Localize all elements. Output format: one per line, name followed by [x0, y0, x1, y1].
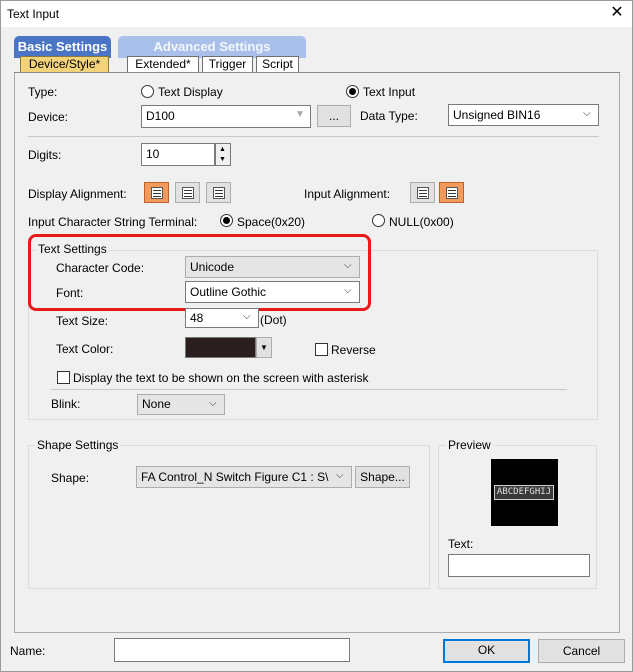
- cancel-button[interactable]: Cancel: [538, 639, 625, 663]
- asterisk-checkbox[interactable]: [57, 371, 70, 384]
- asterisk-label: Display the text to be shown on the scre…: [73, 371, 369, 385]
- type-label: Type:: [28, 85, 58, 99]
- text-size-value: 48: [190, 311, 204, 325]
- spin-up-icon[interactable]: ▲: [219, 146, 226, 154]
- chevron-down-icon[interactable]: ▼: [256, 337, 272, 358]
- blink-select[interactable]: None ⌵: [137, 394, 225, 415]
- name-input[interactable]: [114, 638, 350, 662]
- tab-trigger[interactable]: Trigger: [202, 56, 253, 73]
- shape-button[interactable]: Shape...: [355, 466, 410, 488]
- device-value: D100: [146, 109, 175, 123]
- device-browse-button[interactable]: ...: [317, 105, 351, 127]
- shape-value: FA Control_N Switch Figure C1 : S\: [141, 470, 329, 484]
- digits-label: Digits:: [28, 148, 62, 162]
- chevron-down-icon: ⌵: [243, 311, 251, 322]
- input-alignment-label: Input Alignment:: [304, 187, 391, 201]
- separator: [51, 389, 567, 390]
- title-bar: Text Input ✕: [1, 1, 632, 27]
- data-type-label: Data Type:: [360, 109, 418, 123]
- align-right-icon: [446, 187, 458, 199]
- reverse-checkbox[interactable]: [315, 343, 328, 356]
- text-size-unit: (Dot): [260, 313, 287, 327]
- data-type-value: Unsigned BIN16: [453, 108, 541, 122]
- device-input[interactable]: D100 ▼: [141, 105, 311, 128]
- terminal-option-space: Space(0x20): [237, 215, 306, 229]
- preview-sample-text: ABCDEFGHIJ: [494, 485, 554, 500]
- digits-input[interactable]: 10: [141, 143, 215, 166]
- align-right-icon: [213, 187, 225, 199]
- ok-button[interactable]: OK: [443, 639, 530, 663]
- close-icon[interactable]: ✕: [605, 3, 629, 23]
- separator: [28, 136, 599, 137]
- device-label: Device:: [28, 110, 69, 124]
- align-left-icon: [151, 187, 163, 199]
- tab-basic-settings[interactable]: Basic Settings: [14, 36, 111, 58]
- tab-extended[interactable]: Extended*: [127, 56, 199, 73]
- name-label: Name:: [10, 644, 46, 658]
- spin-down-icon[interactable]: ▼: [219, 156, 226, 164]
- display-align-center-button[interactable]: [175, 182, 200, 203]
- window-title: Text Input: [7, 7, 60, 21]
- display-align-right-button[interactable]: [206, 182, 231, 203]
- shape-settings-title: Shape Settings: [35, 438, 121, 452]
- data-type-select[interactable]: Unsigned BIN16 ⌵: [448, 104, 599, 126]
- tab-script[interactable]: Script: [256, 56, 299, 73]
- blink-label: Blink:: [51, 397, 81, 411]
- reverse-label: Reverse: [331, 343, 376, 357]
- shape-select[interactable]: FA Control_N Switch Figure C1 : S\ ⌵: [136, 466, 352, 488]
- tab-device-style[interactable]: Device/Style*: [20, 56, 109, 73]
- input-align-left-button[interactable]: [410, 182, 435, 203]
- type-radio-text-display[interactable]: [141, 85, 154, 98]
- type-option-text-input: Text Input: [363, 85, 416, 99]
- text-color-label: Text Color:: [56, 342, 114, 356]
- text-size-label: Text Size:: [56, 314, 109, 328]
- text-size-select[interactable]: 48 ⌵: [185, 308, 259, 328]
- digits-spinner[interactable]: ▲ ▼: [215, 143, 231, 166]
- preview-text-label: Text:: [448, 537, 474, 551]
- chevron-down-icon: ⌵: [209, 398, 217, 409]
- display-align-left-button[interactable]: [144, 182, 169, 203]
- terminal-radio-space[interactable]: [220, 214, 233, 227]
- text-color-swatch[interactable]: [185, 337, 256, 358]
- terminal-label: Input Character String Terminal:: [28, 215, 198, 229]
- highlight-annotation: [28, 234, 371, 311]
- chevron-down-icon: ▼: [295, 109, 305, 120]
- blink-value: None: [142, 397, 171, 411]
- preview-title: Preview: [446, 438, 493, 452]
- input-align-right-button[interactable]: [439, 182, 464, 203]
- text-input-dialog: Text Input ✕ Basic Settings Advanced Set…: [0, 0, 633, 672]
- align-left-icon: [417, 187, 429, 199]
- terminal-option-null: NULL(0x00): [389, 215, 454, 229]
- align-center-icon: [182, 187, 194, 199]
- type-radio-text-input[interactable]: [346, 85, 359, 98]
- shape-label: Shape:: [51, 471, 90, 485]
- tab-advanced-settings[interactable]: Advanced Settings: [118, 36, 306, 58]
- type-option-text-display: Text Display: [158, 85, 223, 99]
- chevron-down-icon: ⌵: [336, 470, 344, 481]
- preview-text-input[interactable]: [448, 554, 590, 577]
- display-alignment-label: Display Alignment:: [28, 187, 127, 201]
- chevron-down-icon: ⌵: [583, 108, 591, 119]
- terminal-radio-null[interactable]: [372, 214, 385, 227]
